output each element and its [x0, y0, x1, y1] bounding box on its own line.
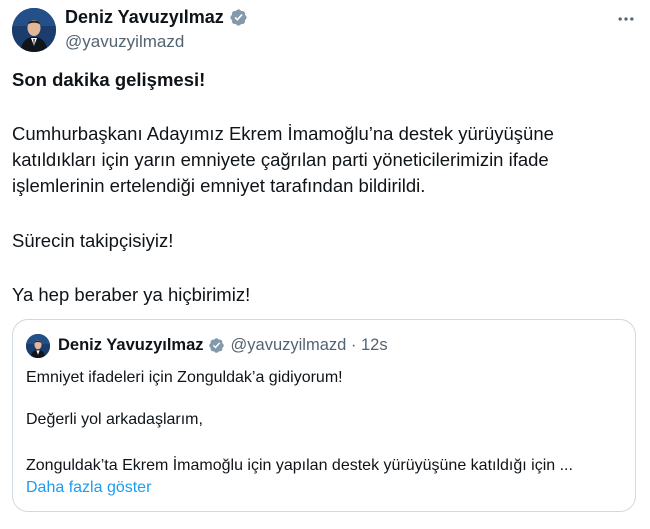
author-name[interactable]: Deniz Yavuzyılmaz	[65, 7, 248, 28]
tweet-body: Cumhurbaşkanı Adayımız Ekrem İmamoğlu’na…	[12, 121, 632, 199]
author-name-text[interactable]: Deniz Yavuzyılmaz	[65, 7, 224, 28]
quoted-author-name[interactable]: Deniz Yavuzyılmaz	[58, 336, 204, 355]
quoted-handle-time[interactable]: @yavuzyilmazd · 12s	[231, 336, 388, 355]
quoted-author-avatar[interactable]	[26, 334, 50, 358]
tweet-body-line: işlemlerinin ertelendiği emniyet tarafın…	[12, 175, 426, 196]
tweet-line-motto: Ya hep beraber ya hiçbirimiz!	[12, 284, 251, 305]
verified-badge-icon	[230, 9, 247, 26]
tweet-body-line: katıldıkları için yarın emniyete çağrıla…	[12, 149, 549, 170]
tweet-line-followup: Sürecin takipçisiyiz!	[12, 230, 174, 251]
quoted-tweet-line: Emniyet ifadeleri için Zonguldak’a gidiy…	[26, 369, 343, 386]
tweet-headline: Son dakika gelişmesi!	[12, 69, 206, 90]
author-avatar[interactable]	[12, 8, 56, 52]
more-options-button[interactable]	[614, 7, 638, 31]
quoted-tweet-line: Zonguldak’ta Ekrem İmamoğlu için yapılan…	[26, 457, 573, 474]
tweet-body-line: Cumhurbaşkanı Adayımız Ekrem İmamoğlu’na…	[12, 123, 554, 144]
author-handle[interactable]: @yavuzyilmazd	[65, 32, 184, 52]
more-options-icon	[618, 17, 634, 21]
verified-badge-icon	[208, 338, 224, 353]
show-more-link[interactable]: Daha fazla göster	[26, 477, 151, 499]
quoted-tweet-card[interactable]: Deniz Yavuzyılmaz @yavuzyilmazd · 12s Em…	[12, 319, 636, 512]
quoted-tweet-line: Değerli yol arkadaşlarım,	[26, 411, 203, 428]
quoted-tweet-header: Deniz Yavuzyılmaz @yavuzyilmazd · 12s	[58, 336, 388, 355]
